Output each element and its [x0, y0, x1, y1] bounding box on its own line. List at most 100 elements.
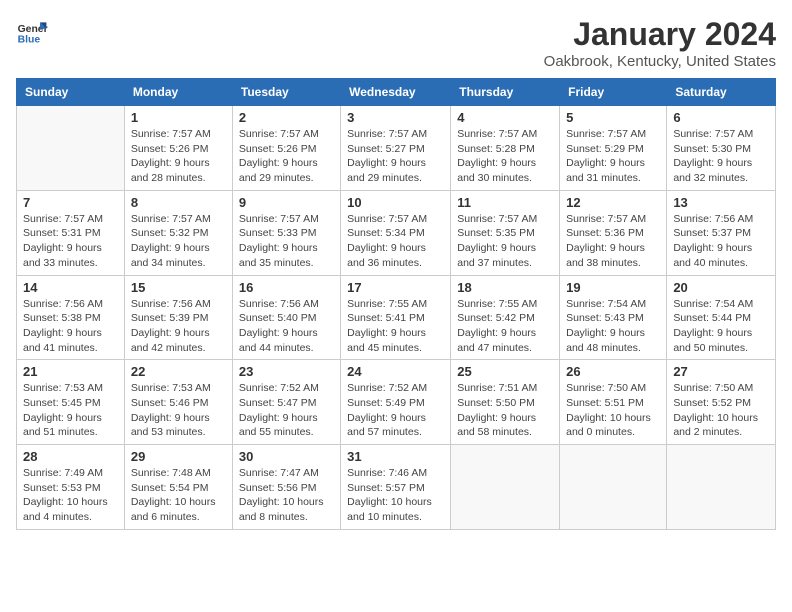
day-info: Sunrise: 7:57 AMSunset: 5:28 PMDaylight:… — [457, 127, 553, 186]
subtitle: Oakbrook, Kentucky, United States — [544, 53, 776, 70]
calendar-day-cell: 13 Sunrise: 7:56 AMSunset: 5:37 PMDayligh… — [667, 190, 776, 275]
calendar-week-row: 1 Sunrise: 7:57 AMSunset: 5:26 PMDaylight… — [17, 106, 776, 191]
main-title: January 2024 — [544, 16, 776, 53]
calendar-day-cell: 5 Sunrise: 7:57 AMSunset: 5:29 PMDaylight… — [560, 106, 667, 191]
day-info: Sunrise: 7:57 AMSunset: 5:29 PMDaylight:… — [566, 127, 660, 186]
calendar-day-cell: 12 Sunrise: 7:57 AMSunset: 5:36 PMDayligh… — [560, 190, 667, 275]
day-info: Sunrise: 7:55 AMSunset: 5:42 PMDaylight:… — [457, 297, 553, 356]
calendar-day-cell: 29 Sunrise: 7:48 AMSunset: 5:54 PMDayligh… — [124, 445, 232, 530]
day-number: 6 — [673, 110, 769, 125]
calendar-week-row: 28 Sunrise: 7:49 AMSunset: 5:53 PMDayligh… — [17, 445, 776, 530]
calendar-day-cell: 21 Sunrise: 7:53 AMSunset: 5:45 PMDayligh… — [17, 360, 125, 445]
logo: General Blue — [16, 16, 48, 48]
day-info: Sunrise: 7:56 AMSunset: 5:40 PMDaylight:… — [239, 297, 334, 356]
day-number: 29 — [131, 449, 226, 464]
day-info: Sunrise: 7:54 AMSunset: 5:44 PMDaylight:… — [673, 297, 769, 356]
day-info: Sunrise: 7:48 AMSunset: 5:54 PMDaylight:… — [131, 466, 226, 525]
day-info: Sunrise: 7:49 AMSunset: 5:53 PMDaylight:… — [23, 466, 118, 525]
day-info: Sunrise: 7:50 AMSunset: 5:51 PMDaylight:… — [566, 381, 660, 440]
calendar-day-cell: 17 Sunrise: 7:55 AMSunset: 5:41 PMDayligh… — [341, 275, 451, 360]
day-info: Sunrise: 7:57 AMSunset: 5:36 PMDaylight:… — [566, 212, 660, 271]
day-info: Sunrise: 7:56 AMSunset: 5:38 PMDaylight:… — [23, 297, 118, 356]
day-number: 5 — [566, 110, 660, 125]
day-number: 12 — [566, 195, 660, 210]
calendar-header-cell: Saturday — [667, 79, 776, 106]
calendar: SundayMondayTuesdayWednesdayThursdayFrid… — [16, 78, 776, 530]
day-number: 10 — [347, 195, 444, 210]
day-info: Sunrise: 7:51 AMSunset: 5:50 PMDaylight:… — [457, 381, 553, 440]
day-number: 13 — [673, 195, 769, 210]
day-number: 20 — [673, 280, 769, 295]
calendar-week-row: 14 Sunrise: 7:56 AMSunset: 5:38 PMDayligh… — [17, 275, 776, 360]
day-number: 3 — [347, 110, 444, 125]
calendar-week-row: 7Sunrise: 7:57 AMSunset: 5:31 PMDaylight… — [17, 190, 776, 275]
calendar-day-cell: 11 Sunrise: 7:57 AMSunset: 5:35 PMDayligh… — [451, 190, 560, 275]
calendar-day-cell: 16 Sunrise: 7:56 AMSunset: 5:40 PMDayligh… — [232, 275, 340, 360]
calendar-day-cell: 7Sunrise: 7:57 AMSunset: 5:31 PMDaylight… — [17, 190, 125, 275]
calendar-day-cell: 3Sunrise: 7:57 AMSunset: 5:27 PMDaylight… — [341, 106, 451, 191]
calendar-day-cell: 24Sunrise: 7:52 AMSunset: 5:49 PMDayligh… — [341, 360, 451, 445]
day-info: Sunrise: 7:53 AMSunset: 5:45 PMDaylight:… — [23, 381, 118, 440]
calendar-day-cell: 26 Sunrise: 7:50 AMSunset: 5:51 PMDayligh… — [560, 360, 667, 445]
day-number: 14 — [23, 280, 118, 295]
day-number: 21 — [23, 364, 118, 379]
calendar-day-cell: 22Sunrise: 7:53 AMSunset: 5:46 PMDayligh… — [124, 360, 232, 445]
day-info: Sunrise: 7:56 AMSunset: 5:39 PMDaylight:… — [131, 297, 226, 356]
calendar-day-cell — [451, 445, 560, 530]
calendar-day-cell: 14 Sunrise: 7:56 AMSunset: 5:38 PMDayligh… — [17, 275, 125, 360]
day-info: Sunrise: 7:57 AMSunset: 5:30 PMDaylight:… — [673, 127, 769, 186]
calendar-day-cell: 30Sunrise: 7:47 AMSunset: 5:56 PMDayligh… — [232, 445, 340, 530]
calendar-header-cell: Wednesday — [341, 79, 451, 106]
calendar-header-cell: Monday — [124, 79, 232, 106]
calendar-body: 1 Sunrise: 7:57 AMSunset: 5:26 PMDaylight… — [17, 106, 776, 530]
day-number: 2 — [239, 110, 334, 125]
day-number: 4 — [457, 110, 553, 125]
day-number: 16 — [239, 280, 334, 295]
calendar-header-row: SundayMondayTuesdayWednesdayThursdayFrid… — [17, 79, 776, 106]
calendar-day-cell: 4 Sunrise: 7:57 AMSunset: 5:28 PMDaylight… — [451, 106, 560, 191]
calendar-day-cell: 25Sunrise: 7:51 AMSunset: 5:50 PMDayligh… — [451, 360, 560, 445]
calendar-header-cell: Thursday — [451, 79, 560, 106]
day-number: 17 — [347, 280, 444, 295]
calendar-day-cell: 31Sunrise: 7:46 AMSunset: 5:57 PMDayligh… — [341, 445, 451, 530]
calendar-day-cell: 9 Sunrise: 7:57 AMSunset: 5:33 PMDaylight… — [232, 190, 340, 275]
calendar-day-cell: 1 Sunrise: 7:57 AMSunset: 5:26 PMDaylight… — [124, 106, 232, 191]
day-info: Sunrise: 7:57 AMSunset: 5:35 PMDaylight:… — [457, 212, 553, 271]
calendar-day-cell: 27 Sunrise: 7:50 AMSunset: 5:52 PMDayligh… — [667, 360, 776, 445]
calendar-day-cell — [560, 445, 667, 530]
logo-icon: General Blue — [16, 16, 48, 48]
calendar-day-cell — [667, 445, 776, 530]
day-number: 26 — [566, 364, 660, 379]
day-number: 30 — [239, 449, 334, 464]
svg-text:Blue: Blue — [18, 34, 41, 45]
day-number: 15 — [131, 280, 226, 295]
calendar-week-row: 21 Sunrise: 7:53 AMSunset: 5:45 PMDayligh… — [17, 360, 776, 445]
calendar-day-cell: 2 Sunrise: 7:57 AMSunset: 5:26 PMDaylight… — [232, 106, 340, 191]
calendar-header-cell: Sunday — [17, 79, 125, 106]
day-number: 31 — [347, 449, 444, 464]
day-number: 1 — [131, 110, 226, 125]
day-info: Sunrise: 7:56 AMSunset: 5:37 PMDaylight:… — [673, 212, 769, 271]
day-number: 9 — [239, 195, 334, 210]
day-number: 28 — [23, 449, 118, 464]
calendar-day-cell: 18 Sunrise: 7:55 AMSunset: 5:42 PMDayligh… — [451, 275, 560, 360]
calendar-day-cell: 15 Sunrise: 7:56 AMSunset: 5:39 PMDayligh… — [124, 275, 232, 360]
day-info: Sunrise: 7:57 AMSunset: 5:33 PMDaylight:… — [239, 212, 334, 271]
day-info: Sunrise: 7:57 AMSunset: 5:32 PMDaylight:… — [131, 212, 226, 271]
day-info: Sunrise: 7:52 AMSunset: 5:49 PMDaylight:… — [347, 381, 444, 440]
calendar-day-cell: 10Sunrise: 7:57 AMSunset: 5:34 PMDayligh… — [341, 190, 451, 275]
calendar-day-cell: 28 Sunrise: 7:49 AMSunset: 5:53 PMDayligh… — [17, 445, 125, 530]
day-number: 7 — [23, 195, 118, 210]
day-info: Sunrise: 7:57 AMSunset: 5:26 PMDaylight:… — [239, 127, 334, 186]
day-number: 27 — [673, 364, 769, 379]
day-info: Sunrise: 7:55 AMSunset: 5:41 PMDaylight:… — [347, 297, 444, 356]
calendar-day-cell: 6 Sunrise: 7:57 AMSunset: 5:30 PMDaylight… — [667, 106, 776, 191]
header: General Blue January 2024 Oakbrook, Kent… — [16, 16, 776, 70]
day-info: Sunrise: 7:57 AMSunset: 5:26 PMDaylight:… — [131, 127, 226, 186]
calendar-day-cell: 19Sunrise: 7:54 AMSunset: 5:43 PMDayligh… — [560, 275, 667, 360]
calendar-header-cell: Friday — [560, 79, 667, 106]
day-number: 18 — [457, 280, 553, 295]
calendar-day-cell: 8Sunrise: 7:57 AMSunset: 5:32 PMDaylight… — [124, 190, 232, 275]
day-number: 11 — [457, 195, 553, 210]
day-info: Sunrise: 7:50 AMSunset: 5:52 PMDaylight:… — [673, 381, 769, 440]
